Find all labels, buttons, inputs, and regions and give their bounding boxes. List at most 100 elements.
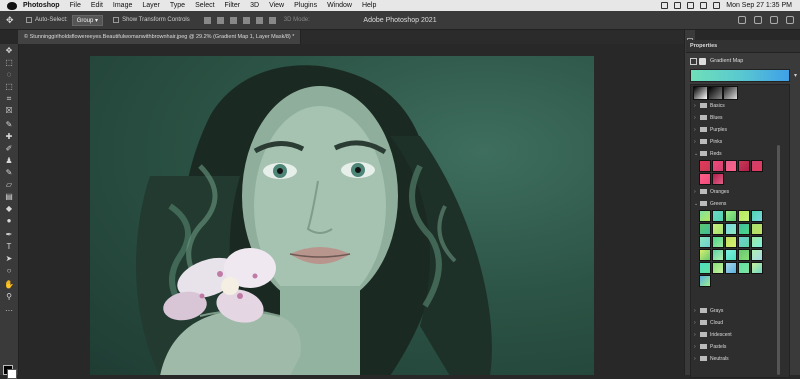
align-center-icon[interactable] — [216, 16, 224, 24]
align-left-icon[interactable] — [203, 16, 211, 24]
align-top-icon[interactable] — [242, 16, 250, 24]
gradient-preset-swatch[interactable] — [725, 160, 737, 172]
gradient-preset-swatch[interactable] — [738, 223, 750, 235]
type-icon[interactable]: T — [4, 242, 14, 252]
folder-greens[interactable]: ⌄ Greens — [694, 199, 726, 209]
folder-pinks[interactable]: › Pinks — [694, 137, 722, 147]
menu-filter[interactable]: Filter — [225, 2, 241, 9]
gradient-preset-swatch[interactable] — [751, 262, 763, 274]
search-ps-icon[interactable] — [754, 16, 762, 24]
gradient-preset-swatch[interactable] — [738, 160, 750, 172]
gradient-preset-swatch[interactable] — [751, 223, 763, 235]
lasso-icon[interactable]: ◌ — [4, 70, 14, 80]
gradient-preset-swatch[interactable] — [725, 223, 737, 235]
align-bottom-icon[interactable] — [268, 16, 276, 24]
gradient-preset-swatch[interactable] — [738, 210, 750, 222]
menu-layer[interactable]: Layer — [142, 2, 160, 9]
gradient-dropdown-icon[interactable]: ▾ — [794, 72, 797, 79]
gradient-preset-swatch[interactable] — [712, 173, 724, 185]
apple-logo-icon[interactable] — [7, 1, 17, 10]
properties-header[interactable]: Properties — [686, 40, 800, 53]
gradient-preset-swatch[interactable] — [751, 160, 763, 172]
background-color-swatch[interactable] — [7, 369, 17, 379]
folder-basics[interactable]: › Basics — [694, 101, 725, 111]
folder-cloud[interactable]: › Cloud — [694, 318, 723, 328]
gradient-preset-swatch[interactable] — [738, 236, 750, 248]
gradient-preset-swatch[interactable] — [751, 210, 763, 222]
gradient-preset-swatch[interactable] — [712, 236, 724, 248]
gradient-icon[interactable]: ▤ — [4, 192, 14, 202]
search-icon[interactable] — [700, 2, 708, 9]
pen-icon[interactable]: ✒ — [4, 230, 14, 240]
wifi-icon[interactable] — [674, 2, 682, 9]
presets-scrollbar[interactable] — [777, 145, 780, 375]
folder-neutrals[interactable]: › Neutrals — [694, 354, 729, 364]
document-tab[interactable]: © Stunninggirlholdsflowereeyes.Beautiful… — [18, 30, 302, 44]
hand-icon[interactable]: ✋ — [4, 280, 14, 290]
gradient-preset-swatch[interactable] — [725, 262, 737, 274]
move-tool-icon[interactable]: ✥ — [6, 15, 16, 25]
gradient-preset-swatch[interactable] — [712, 210, 724, 222]
dodge-icon[interactable]: ● — [4, 216, 14, 226]
auto-select-checkbox[interactable] — [26, 17, 32, 23]
menu-select[interactable]: Select — [195, 2, 214, 9]
gradient-preset-swatch[interactable] — [712, 160, 724, 172]
move-icon[interactable]: ✥ — [4, 46, 14, 56]
healing-brush-icon[interactable]: ✚ — [4, 132, 14, 142]
gradient-preset-swatch[interactable] — [699, 160, 711, 172]
crop-icon[interactable]: ⌗ — [4, 94, 14, 104]
preset-swatch[interactable] — [708, 86, 723, 100]
gradient-preset-swatch[interactable] — [699, 210, 711, 222]
gradient-preset-swatch[interactable] — [699, 262, 711, 274]
menu-window[interactable]: Window — [327, 2, 352, 9]
folder-reds[interactable]: ⌄ Reds — [694, 149, 722, 159]
eyedropper-icon[interactable]: ✎ — [4, 120, 14, 130]
share-icon[interactable] — [786, 16, 794, 24]
gradient-preset-swatch[interactable] — [712, 262, 724, 274]
align-middle-icon[interactable] — [255, 16, 263, 24]
menu-3d[interactable]: 3D — [250, 2, 259, 9]
menu-edit[interactable]: Edit — [91, 2, 103, 9]
gradient-preset-swatch[interactable] — [725, 210, 737, 222]
clone-stamp-icon[interactable]: ♟ — [4, 156, 14, 166]
status-icon[interactable] — [661, 2, 669, 9]
folder-iridescent[interactable]: › Iridescent — [694, 330, 732, 340]
gradient-preset-swatch[interactable] — [738, 262, 750, 274]
battery-icon[interactable] — [687, 2, 695, 9]
gradient-preset-swatch[interactable] — [699, 173, 711, 185]
layer-mask-icon[interactable] — [699, 57, 706, 65]
menu-plugins[interactable]: Plugins — [294, 2, 317, 9]
document-image[interactable] — [90, 56, 594, 375]
gradient-bar[interactable]: ▾ — [690, 69, 797, 82]
object-select-icon[interactable]: ⬚ — [4, 82, 14, 92]
menu-type[interactable]: Type — [170, 2, 185, 9]
path-select-icon[interactable]: ➤ — [4, 254, 14, 264]
gradient-preset-swatch[interactable] — [751, 249, 763, 261]
align-right-icon[interactable] — [229, 16, 237, 24]
blur-icon[interactable]: ◆ — [4, 204, 14, 214]
gradient-preset-swatch[interactable] — [725, 249, 737, 261]
history-brush-icon[interactable]: ✎ — [4, 168, 14, 178]
shape-icon[interactable]: ○ — [4, 266, 14, 276]
auto-select-dropdown[interactable]: Group — [71, 14, 104, 26]
zoom-icon[interactable]: ⚲ — [4, 292, 14, 302]
menu-file[interactable]: File — [70, 2, 81, 9]
home-icon[interactable] — [738, 16, 746, 24]
gradient-preset-swatch[interactable] — [725, 236, 737, 248]
gradient-preset-swatch[interactable] — [699, 236, 711, 248]
menu-view[interactable]: View — [269, 2, 284, 9]
marquee-icon[interactable]: ⬚ — [4, 58, 14, 68]
clock[interactable]: Mon Sep 27 1:35 PM — [726, 2, 792, 9]
control-center-icon[interactable] — [713, 2, 721, 9]
transform-controls-checkbox[interactable] — [113, 17, 120, 23]
frame-icon[interactable]: ☒ — [4, 106, 14, 116]
brush-icon[interactable]: ✐ — [4, 144, 14, 154]
more-tools-icon[interactable]: ··· — [4, 306, 14, 316]
folder-blues[interactable]: › Blues — [694, 113, 723, 123]
gradient-preset-swatch[interactable] — [751, 236, 763, 248]
gradient-preset-swatch[interactable] — [712, 249, 724, 261]
preset-swatch[interactable] — [723, 86, 738, 100]
gradient-preset-swatch[interactable] — [699, 223, 711, 235]
menu-image[interactable]: Image — [113, 2, 132, 9]
folder-oranges[interactable]: › Oranges — [694, 187, 729, 197]
